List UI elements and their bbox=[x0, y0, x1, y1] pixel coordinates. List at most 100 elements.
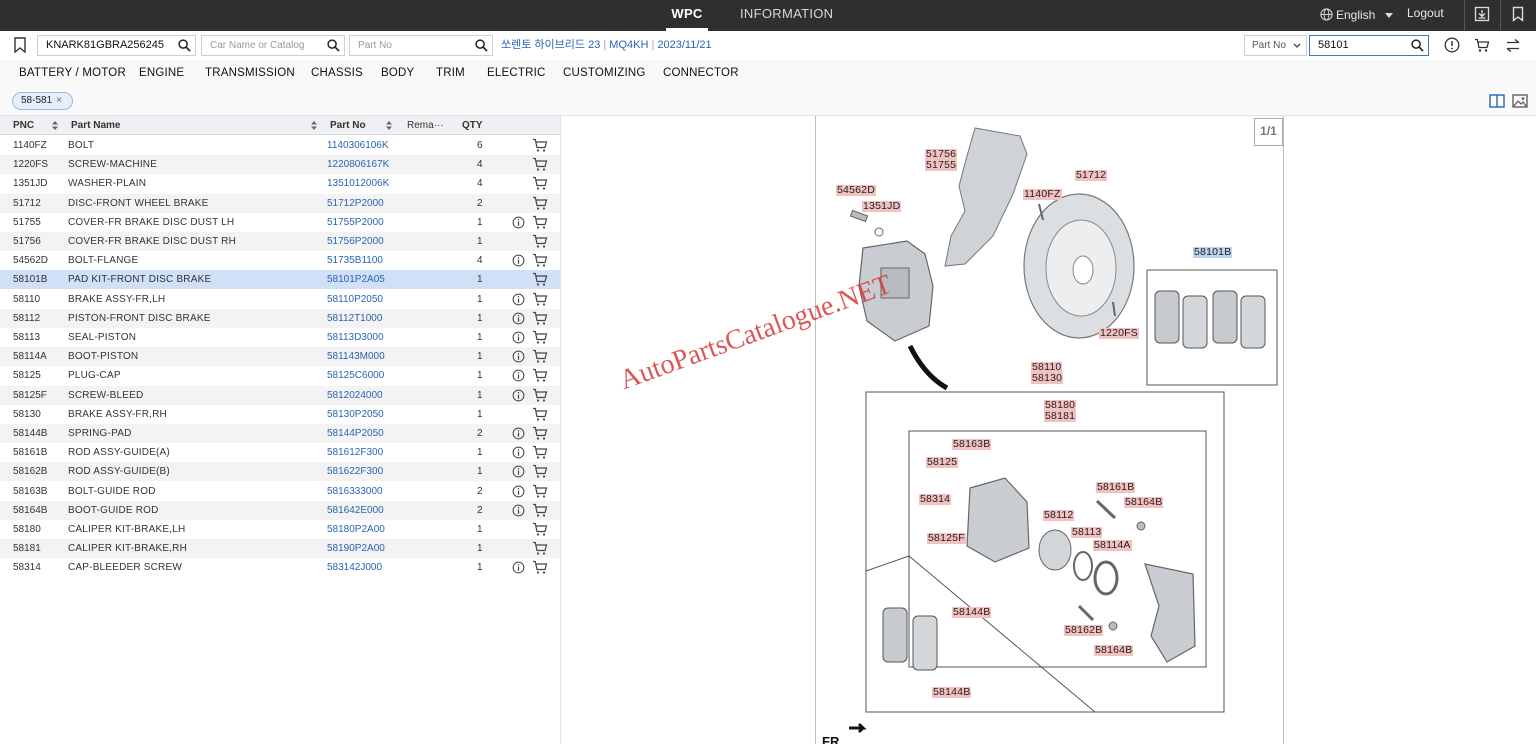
cell-part-no-link[interactable]: 51756P2000 bbox=[327, 232, 384, 251]
parts-diagram[interactable]: 1/1 AutoPartsCatalogue.NET FR 51756 5175… bbox=[561, 116, 1536, 744]
callout-58181[interactable]: 58181 bbox=[1044, 411, 1077, 422]
header-qty[interactable]: QTY bbox=[462, 116, 483, 135]
callout-1351jd[interactable]: 1351JD bbox=[862, 201, 902, 212]
info-icon[interactable] bbox=[512, 485, 525, 498]
callout-58101b[interactable]: 58101B bbox=[1193, 247, 1233, 258]
add-to-cart-icon[interactable] bbox=[532, 445, 548, 460]
callout-1140fz[interactable]: 1140FZ bbox=[1023, 189, 1062, 200]
info-icon[interactable] bbox=[512, 427, 525, 440]
car-name-field[interactable]: Car Name or Catalog bbox=[201, 35, 345, 56]
table-row[interactable]: 58125 PLUG-CAP 58125C6000 1 bbox=[0, 366, 560, 385]
sort-icon[interactable] bbox=[311, 121, 317, 130]
bookmark-icon[interactable] bbox=[13, 37, 27, 53]
table-row[interactable]: 51712 DISC-FRONT WHEEL BRAKE 51712P2000 2 bbox=[0, 193, 560, 213]
callout-58130[interactable]: 58130 bbox=[1031, 373, 1064, 384]
download-icon[interactable] bbox=[1474, 6, 1490, 22]
callout-58113[interactable]: 58113 bbox=[1071, 527, 1103, 538]
table-row[interactable]: 1140FZ BOLT 1140306106K 6 bbox=[0, 136, 560, 155]
cell-part-no-link[interactable]: 58190P2A00 bbox=[327, 539, 385, 558]
vin-field[interactable]: KNARK81GBRA256245 bbox=[37, 35, 196, 56]
callout-51712[interactable]: 51712 bbox=[1075, 170, 1108, 181]
cell-part-no-link[interactable]: 58113D3000 bbox=[327, 328, 384, 347]
add-to-cart-icon[interactable] bbox=[532, 138, 548, 153]
part-search-input[interactable]: 58101 bbox=[1309, 35, 1429, 56]
cell-part-no-link[interactable]: 581612F300 bbox=[327, 443, 383, 462]
table-row[interactable]: 51755 COVER-FR BRAKE DISC DUST LH 51755P20… bbox=[0, 213, 560, 232]
add-to-cart-icon[interactable] bbox=[532, 503, 548, 518]
add-to-cart-icon[interactable] bbox=[532, 196, 548, 211]
callout-58164b[interactable]: 58164B bbox=[1124, 497, 1164, 508]
category-engine[interactable]: ENGINE bbox=[139, 60, 184, 87]
callout-51755[interactable]: 51755 bbox=[925, 160, 958, 171]
table-row[interactable]: 58144B SPRING-PAD 58144P2050 2 bbox=[0, 424, 560, 443]
info-icon[interactable] bbox=[512, 350, 525, 363]
category-trim[interactable]: TRIM bbox=[436, 60, 465, 87]
callout-58163b[interactable]: 58163B bbox=[952, 439, 992, 450]
info-icon[interactable] bbox=[512, 465, 525, 478]
category-chassis[interactable]: CHASSIS bbox=[311, 60, 363, 87]
table-row[interactable]: 58112 PISTON-FRONT DISC BRAKE 58112T1000 1 bbox=[0, 308, 560, 328]
table-row[interactable]: 58181 CALIPER KIT-BRAKE,RH 58190P2A00 1 bbox=[0, 539, 560, 559]
split-view-icon[interactable] bbox=[1489, 94, 1505, 108]
search-icon[interactable] bbox=[327, 39, 340, 52]
search-mode-select[interactable]: Part No bbox=[1244, 35, 1307, 56]
add-to-cart-icon[interactable] bbox=[532, 484, 548, 499]
category-battery-motor[interactable]: BATTERY / MOTOR bbox=[19, 60, 126, 87]
add-to-cart-icon[interactable] bbox=[532, 253, 548, 268]
add-to-cart-icon[interactable] bbox=[532, 234, 548, 249]
callout-54562d[interactable]: 54562D bbox=[836, 185, 876, 196]
image-view-icon[interactable] bbox=[1512, 94, 1528, 108]
callout-58144b[interactable]: 58144B bbox=[952, 607, 992, 618]
add-to-cart-icon[interactable] bbox=[532, 541, 548, 556]
add-to-cart-icon[interactable] bbox=[532, 215, 548, 230]
bookmark-icon[interactable] bbox=[1510, 6, 1526, 22]
info-icon[interactable] bbox=[512, 216, 525, 229]
cell-part-no-link[interactable]: 1220806167K bbox=[327, 155, 389, 174]
add-to-cart-icon[interactable] bbox=[532, 560, 548, 575]
close-icon[interactable]: × bbox=[56, 95, 62, 106]
info-icon[interactable] bbox=[512, 293, 525, 306]
add-to-cart-icon[interactable] bbox=[532, 157, 548, 172]
cell-part-no-link[interactable]: 583142J000 bbox=[327, 558, 382, 577]
table-row[interactable]: 58114A BOOT-PISTON 581143M000 1 bbox=[0, 347, 560, 367]
table-row[interactable]: 58113 SEAL-PISTON 58113D3000 1 bbox=[0, 328, 560, 347]
table-row[interactable]: 58164B BOOT-GUIDE ROD 581642E000 2 bbox=[0, 500, 560, 520]
category-transmission[interactable]: TRANSMISSION bbox=[205, 60, 295, 87]
category-body[interactable]: BODY bbox=[381, 60, 414, 87]
add-to-cart-icon[interactable] bbox=[532, 311, 548, 326]
callout-58125[interactable]: 58125 bbox=[926, 457, 959, 468]
info-icon[interactable] bbox=[512, 331, 525, 344]
part-no-field[interactable]: Part No bbox=[349, 35, 493, 56]
cell-part-no-link[interactable]: 58101P2A05 bbox=[327, 270, 385, 289]
table-row[interactable]: 54562D BOLT-FLANGE 51735B1100 4 bbox=[0, 251, 560, 270]
add-to-cart-icon[interactable] bbox=[532, 388, 548, 403]
callout-58144b[interactable]: 58144B bbox=[932, 687, 972, 698]
cell-part-no-link[interactable]: 1351012006K bbox=[327, 174, 389, 193]
callout-58314[interactable]: 58314 bbox=[919, 494, 952, 505]
callout-1220fs[interactable]: 1220FS bbox=[1099, 328, 1139, 339]
add-to-cart-icon[interactable] bbox=[532, 426, 548, 441]
table-row[interactable]: 58161B ROD ASSY-GUIDE(A) 581612F300 1 bbox=[0, 443, 560, 462]
cell-part-no-link[interactable]: 51735B1100 bbox=[327, 251, 383, 270]
table-row[interactable]: 1220FS SCREW-MACHINE 1220806167K 4 bbox=[0, 155, 560, 175]
table-row[interactable]: 1351JD WASHER-PLAIN 1351012006K 4 bbox=[0, 174, 560, 193]
cell-part-no-link[interactable]: 1140306106K bbox=[327, 136, 389, 155]
info-icon[interactable] bbox=[512, 446, 525, 459]
cart-icon[interactable] bbox=[1474, 38, 1490, 53]
add-to-cart-icon[interactable] bbox=[532, 272, 548, 287]
table-row[interactable]: 58180 CALIPER KIT-BRAKE,LH 58180P2A00 1 bbox=[0, 520, 560, 539]
cell-part-no-link[interactable]: 51755P2000 bbox=[327, 213, 384, 232]
cell-part-no-link[interactable]: 581642E000 bbox=[327, 501, 384, 520]
table-row[interactable]: 58162B ROD ASSY-GUIDE(B) 581622F300 1 bbox=[0, 462, 560, 482]
info-icon[interactable] bbox=[512, 369, 525, 382]
header-part-name[interactable]: Part Name bbox=[71, 116, 120, 135]
cell-part-no-link[interactable]: 581622F300 bbox=[327, 462, 383, 481]
add-to-cart-icon[interactable] bbox=[532, 368, 548, 383]
callout-58125f[interactable]: 58125F bbox=[927, 533, 966, 544]
filter-chip[interactable]: 58-581 × bbox=[12, 92, 73, 110]
table-row[interactable]: 58314 CAP-BLEEDER SCREW 583142J000 1 bbox=[0, 558, 560, 577]
swap-icon[interactable] bbox=[1505, 38, 1521, 53]
add-to-cart-icon[interactable] bbox=[532, 292, 548, 307]
category-connector[interactable]: CONNECTOR bbox=[663, 60, 739, 87]
cell-part-no-link[interactable]: 58130P2050 bbox=[327, 405, 384, 424]
